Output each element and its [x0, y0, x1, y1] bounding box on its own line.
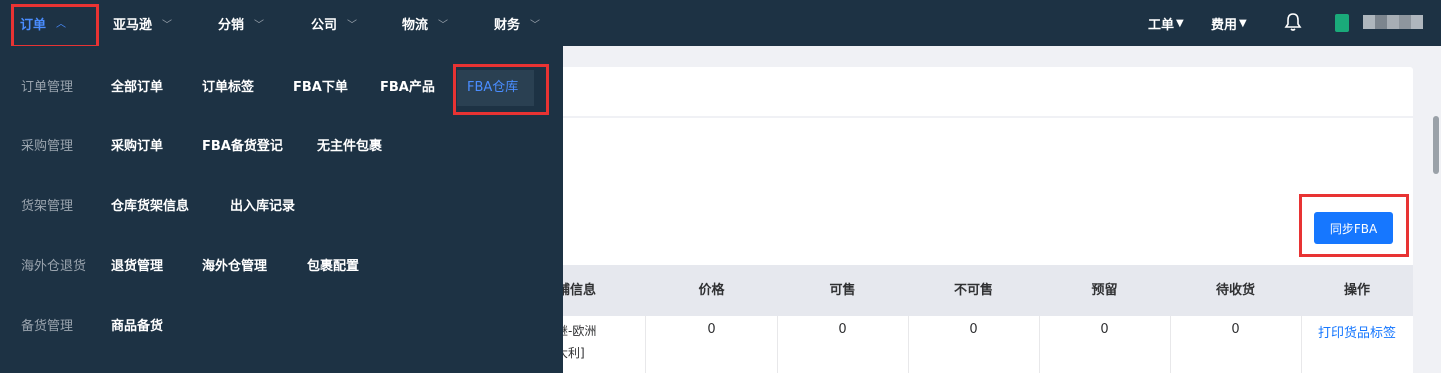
menu-link-order-tags[interactable]: 订单标签: [202, 68, 254, 108]
th-sellable: 可售: [829, 283, 856, 298]
nav-item-label: 物流: [402, 17, 429, 33]
nav-item-label: 公司: [311, 17, 338, 33]
menu-link-returns-management[interactable]: 退货管理: [111, 247, 163, 287]
table-row: 晋继-欧洲 意大利] 0 0 0 0 0 打印货品标签: [544, 316, 1413, 373]
content-header-card: [544, 67, 1413, 116]
menu-link-overseas-warehouse[interactable]: 海外仓管理: [202, 247, 267, 287]
nav-item-label: 分销: [218, 17, 245, 33]
menu-link-fba-stock-registration[interactable]: FBA备货登记: [202, 127, 283, 167]
menu-link-purchase-orders[interactable]: 采购订单: [111, 127, 163, 167]
menu-category: 海外仓退货: [21, 259, 87, 274]
menu-link-all-orders[interactable]: 全部订单: [111, 68, 163, 108]
menu-link-fba-products[interactable]: FBA产品: [380, 68, 435, 108]
bell-icon[interactable]: [1284, 12, 1302, 32]
menu-link-inout-records[interactable]: 出入库记录: [230, 187, 295, 227]
menu-link-unclaimed-parcels[interactable]: 无主件包裹: [317, 127, 382, 167]
menu-category: 采购管理: [21, 139, 74, 154]
fee-menu[interactable]: 费用 ▼: [1211, 0, 1247, 46]
fee-label: 费用: [1211, 17, 1238, 33]
caret-down-icon: ▼: [1176, 17, 1184, 29]
ticket-menu[interactable]: 工单 ▼: [1148, 0, 1184, 46]
nav-item-company[interactable]: 公司 ﹀: [311, 0, 357, 46]
ticket-label: 工单: [1148, 17, 1175, 33]
menu-row-overseas-returns: 海外仓退货 退货管理 海外仓管理 包裹配置: [0, 247, 563, 287]
chevron-up-icon: ﹀: [56, 15, 67, 27]
orders-dropdown-menu: 订单管理 全部订单 订单标签 FBA下单 FBA产品 FBA仓库 采购管理 采购…: [0, 46, 563, 373]
reserved-cell: 0: [1100, 322, 1109, 337]
menu-row-shelf-management: 货架管理 仓库货架信息 出入库记录: [0, 187, 563, 227]
chevron-down-icon: ﹀: [347, 19, 358, 31]
menu-category: 备货管理: [21, 319, 74, 334]
menu-link-shelf-info[interactable]: 仓库货架信息: [111, 187, 189, 227]
sync-fba-button[interactable]: 同步FBA: [1314, 212, 1393, 244]
sellable-cell: 0: [838, 322, 847, 337]
nav-item-amazon[interactable]: 亚马逊 ﹀: [113, 0, 172, 46]
nav-item-finance[interactable]: 财务 ﹀: [494, 0, 540, 46]
menu-category: 订单管理: [21, 80, 74, 95]
nav-item-label: 财务: [494, 17, 521, 33]
scrollbar-thumb[interactable]: [1433, 116, 1439, 174]
chevron-down-icon: ﹀: [254, 19, 265, 31]
menu-link-product-stock[interactable]: 商品备货: [111, 307, 163, 347]
th-pending: 待收货: [1215, 283, 1255, 298]
nav-item-orders[interactable]: 订单 ﹀: [20, 0, 66, 46]
menu-row-purchase-management: 采购管理 采购订单 FBA备货登记 无主件包裹: [0, 127, 563, 167]
caret-down-icon: ▼: [1239, 17, 1247, 29]
menu-row-order-management: 订单管理 全部订单 订单标签 FBA下单 FBA产品 FBA仓库: [0, 68, 563, 108]
unsellable-cell: 0: [969, 322, 978, 337]
menu-row-stock-management: 备货管理 商品备货: [0, 307, 563, 347]
th-actions: 操作: [1343, 283, 1370, 298]
price-cell: 0: [707, 322, 716, 337]
table-header: 店铺信息 价格 可售 不可售 预留 待收货 操作: [544, 265, 1413, 316]
chevron-down-icon: ﹀: [438, 19, 449, 31]
chevron-down-icon: ﹀: [530, 19, 541, 31]
menu-link-fba-order[interactable]: FBA下单: [293, 68, 348, 108]
nav-item-logistics[interactable]: 物流 ﹀: [402, 0, 448, 46]
th-price: 价格: [698, 283, 725, 298]
th-unsellable: 不可售: [953, 283, 993, 298]
nav-item-label: 亚马逊: [113, 17, 153, 33]
nav-item-label: 订单: [20, 17, 47, 33]
actions-cell: 打印货品标签: [1301, 322, 1413, 341]
avatar[interactable]: [1335, 14, 1349, 32]
pending-cell: 0: [1231, 322, 1240, 337]
username-redacted[interactable]: [1363, 15, 1423, 29]
menu-link-fba-warehouse[interactable]: FBA仓库: [457, 70, 535, 106]
menu-link-parcel-config[interactable]: 包裹配置: [307, 247, 359, 287]
print-label-link[interactable]: 打印货品标签: [1318, 326, 1396, 341]
nav-item-distribution[interactable]: 分销 ﹀: [218, 0, 264, 46]
chevron-down-icon: ﹀: [162, 19, 173, 31]
menu-category: 货架管理: [21, 199, 74, 214]
th-reserved: 预留: [1091, 283, 1118, 298]
top-navigation-bar: 订单 ﹀ 亚马逊 ﹀ 分销 ﹀ 公司 ﹀ 物流 ﹀ 财务 ﹀ 工单 ▼ 费用 ▼: [0, 0, 1441, 46]
